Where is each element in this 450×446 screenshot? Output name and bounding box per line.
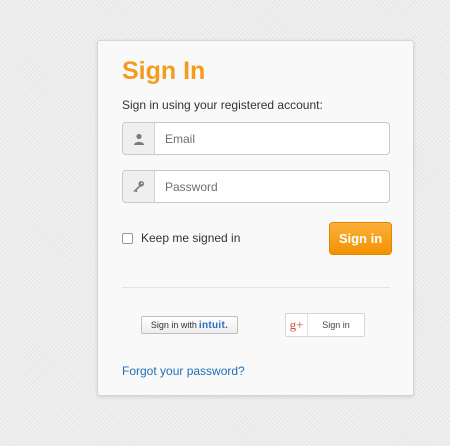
intuit-button-label: Sign in with bbox=[150, 320, 197, 330]
email-field[interactable] bbox=[122, 122, 390, 155]
signin-panel: Sign In Sign in using your registered ac… bbox=[97, 40, 414, 396]
remember-checkbox[interactable] bbox=[122, 232, 133, 244]
password-input[interactable] bbox=[155, 171, 389, 202]
page-title: Sign In bbox=[122, 57, 206, 85]
google-plus-sign-in-button[interactable]: g+ Sign in bbox=[285, 313, 365, 337]
section-divider bbox=[122, 287, 390, 288]
email-input[interactable] bbox=[155, 123, 389, 154]
remember-label: Keep me signed in bbox=[141, 231, 241, 245]
remember-me[interactable]: Keep me signed in bbox=[122, 231, 240, 245]
forgot-password-link[interactable]: Forgot your password? bbox=[122, 364, 245, 378]
google-sign-in-label: Sign in bbox=[322, 320, 350, 330]
google-plus-icon: g+ bbox=[286, 314, 308, 336]
password-field[interactable] bbox=[122, 170, 390, 203]
signin-instructions: Sign in using your registered account: bbox=[122, 98, 323, 112]
user-icon bbox=[123, 123, 155, 154]
sign-in-button[interactable]: Sign in bbox=[329, 222, 392, 255]
key-icon bbox=[123, 171, 155, 202]
intuit-logo: intuit. bbox=[198, 319, 229, 331]
sign-in-with-intuit-button[interactable]: Sign in with intuit. bbox=[141, 316, 238, 334]
